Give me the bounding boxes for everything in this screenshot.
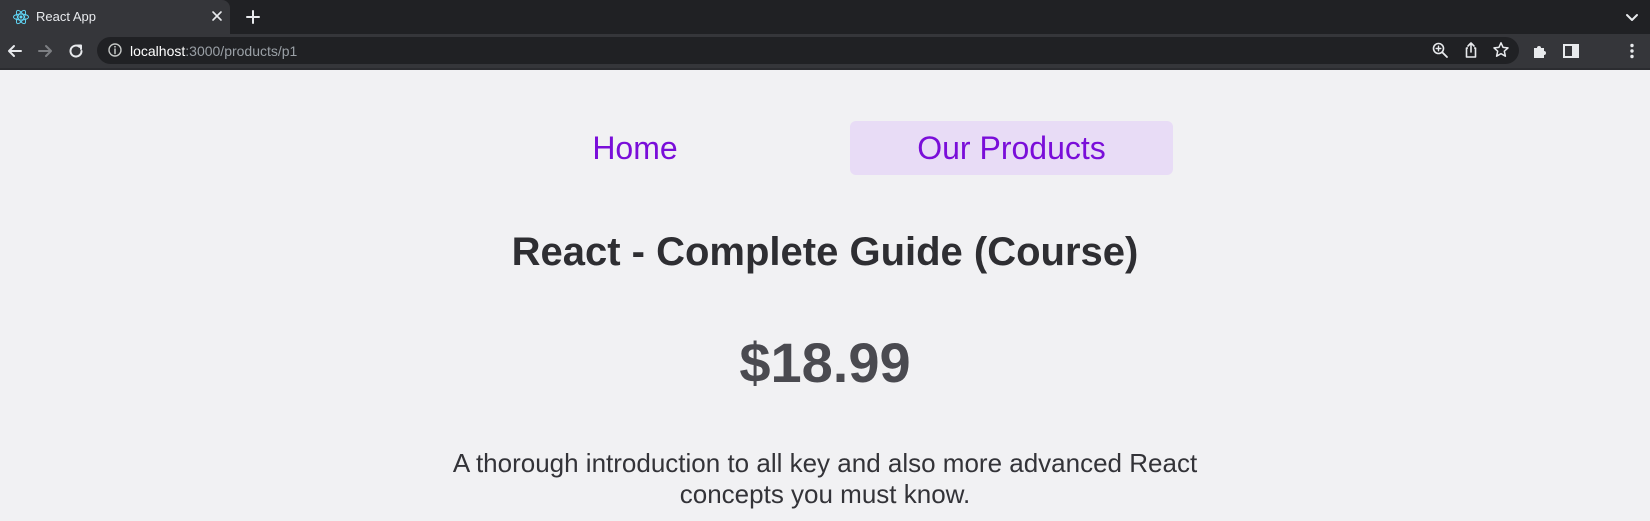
- back-arrow-icon[interactable]: [5, 41, 25, 61]
- nav-link-home[interactable]: Home: [560, 121, 710, 175]
- address-bar[interactable]: localhost:3000/products/p1: [97, 37, 1519, 64]
- kebab-menu-icon[interactable]: [1622, 41, 1642, 61]
- browser-tab-active[interactable]: React App: [0, 0, 230, 34]
- url-host: localhost: [130, 43, 186, 59]
- zoom-icon[interactable]: [1431, 41, 1449, 59]
- chevron-down-icon[interactable]: [1622, 7, 1642, 27]
- url-text[interactable]: localhost:3000/products/p1: [130, 43, 297, 59]
- tab-title: React App: [36, 9, 96, 24]
- forward-arrow-icon[interactable]: [35, 41, 55, 61]
- product-price: $18.99: [739, 331, 911, 394]
- url-path: :3000/products/p1: [185, 43, 298, 59]
- main-nav: Home Our Products: [0, 121, 1650, 175]
- nav-link-our-products[interactable]: Our Products: [850, 121, 1173, 175]
- browser-toolbar: localhost:3000/products/p1: [0, 34, 1650, 68]
- product-description: A thorough introduction to all key and a…: [452, 448, 1198, 509]
- tab-strip: React App: [0, 0, 1650, 34]
- side-panel-icon[interactable]: [1561, 41, 1581, 61]
- share-icon[interactable]: [1462, 41, 1480, 59]
- puzzle-icon[interactable]: [1530, 41, 1550, 61]
- product-title: React - Complete Guide (Course): [511, 230, 1139, 274]
- reload-icon[interactable]: [66, 41, 86, 61]
- star-icon[interactable]: [1492, 41, 1510, 59]
- close-icon[interactable]: [207, 6, 227, 26]
- info-icon[interactable]: [107, 42, 123, 58]
- plus-icon[interactable]: [243, 7, 263, 27]
- toolbar-divider: [0, 68, 1650, 70]
- react-favicon-icon: [13, 9, 29, 25]
